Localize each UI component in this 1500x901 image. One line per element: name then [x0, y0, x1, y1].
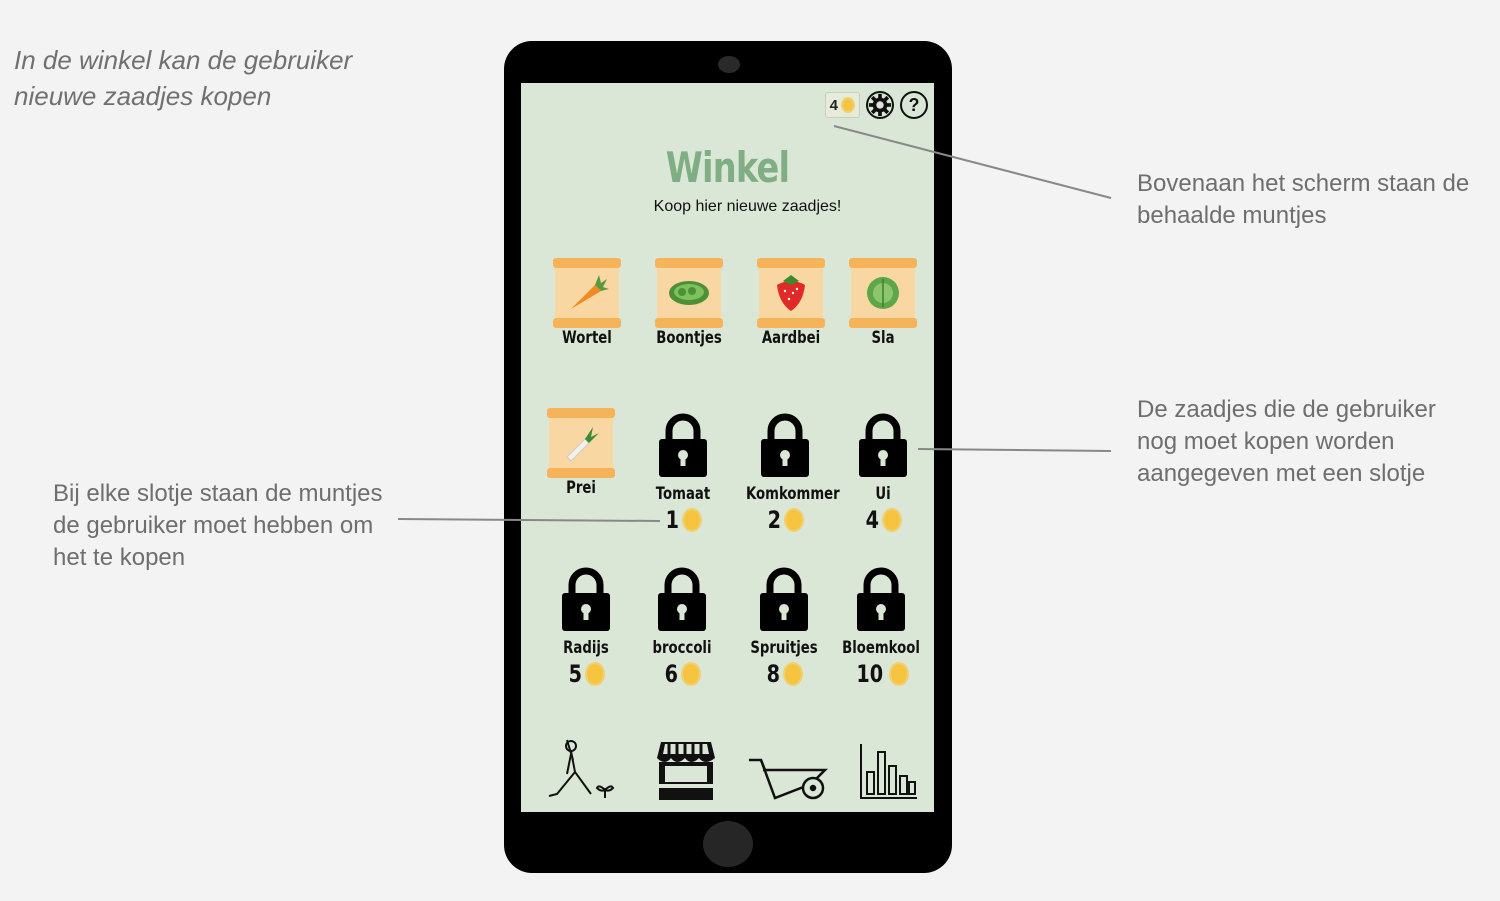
connector-line: [397, 518, 661, 522]
annotation-lines: [397, 125, 1112, 522]
connector-line: [917, 448, 1112, 452]
connector-line: [833, 125, 1112, 199]
